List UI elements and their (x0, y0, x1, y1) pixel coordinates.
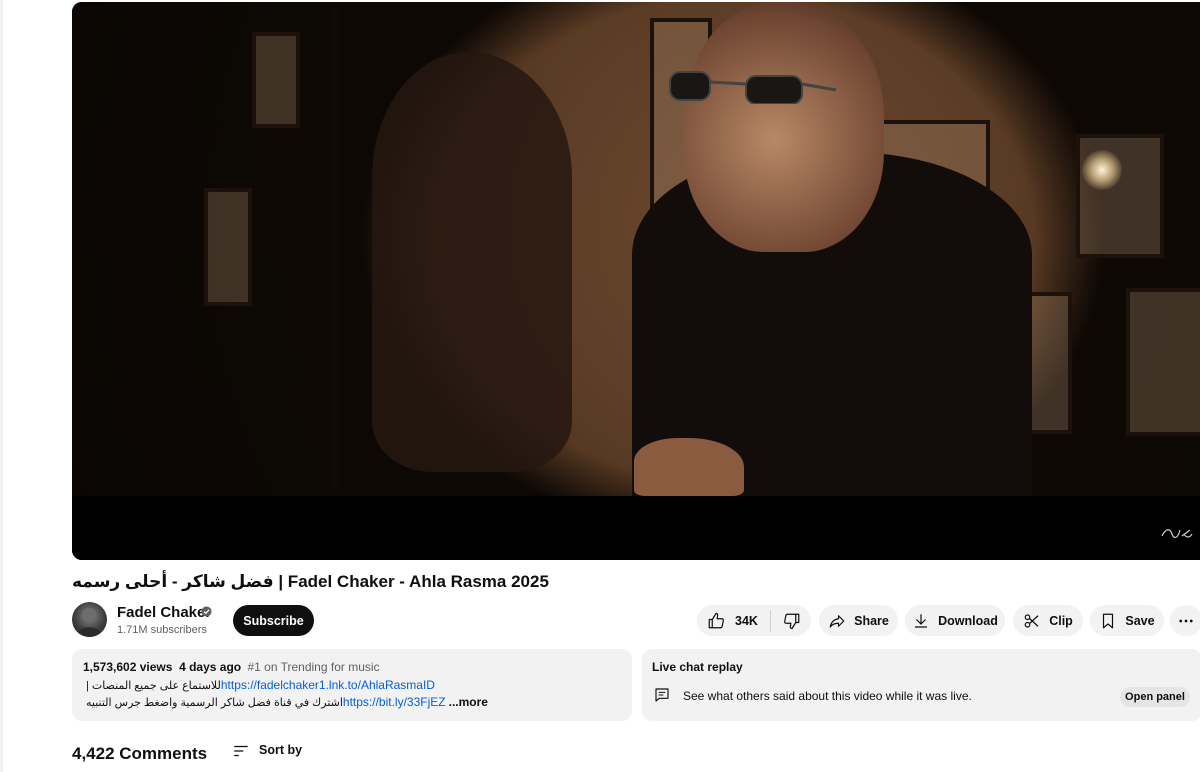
description-line-1: للاستماع على جميع المنصات |https://fadel… (86, 678, 435, 692)
frame-silhouette (372, 52, 572, 472)
frame-wall-picture (204, 188, 252, 306)
frame-wall-picture (1126, 288, 1200, 436)
page-left-edge (0, 0, 3, 772)
clip-label: Clip (1049, 613, 1073, 628)
sort-by-button[interactable]: Sort by (259, 743, 302, 757)
share-arrow-icon (829, 614, 845, 628)
thumbs-down-icon (783, 613, 800, 629)
frame-wall-edge (330, 2, 338, 496)
description-more-link[interactable]: ...more (449, 695, 488, 709)
download-icon (915, 613, 928, 628)
frame-lamp-glow (1082, 150, 1122, 190)
video-letterbox (72, 496, 1200, 560)
share-button[interactable]: Share (819, 605, 898, 636)
subscribe-button[interactable]: Subscribe (233, 605, 314, 636)
more-actions-button[interactable] (1170, 605, 1200, 636)
description-link-1[interactable]: https://fadelchaker1.lnk.to/AhlaRasmaID (221, 678, 435, 692)
download-label: Download (938, 613, 998, 628)
frame-wall-picture (1076, 134, 1164, 258)
verified-check-icon (201, 606, 212, 617)
video-player[interactable] (72, 2, 1200, 560)
video-frame (72, 2, 1200, 496)
frame-sunglasses (669, 71, 837, 104)
download-button[interactable]: Download (905, 605, 1005, 636)
frame-wall-picture (252, 32, 300, 128)
comments-count: 4,422 Comments (72, 744, 208, 763)
thumbs-up-icon (708, 612, 724, 628)
open-panel-button[interactable]: Open panel (1120, 687, 1190, 707)
upload-age: 4 days ago (179, 660, 242, 674)
subscriber-count: 1.71M subscribers (117, 624, 207, 636)
description-box[interactable]: 1,573,602 views 4 days ago #1 on Trendin… (72, 649, 632, 721)
view-count: 1,573,602 views (83, 660, 173, 674)
more-horizontal-icon (1179, 619, 1193, 622)
share-label: Share (854, 613, 889, 628)
signature-watermark-icon (1161, 529, 1193, 539)
sort-lines-icon[interactable] (232, 742, 250, 760)
frame-singer-head (684, 2, 884, 252)
bookmark-icon (1103, 613, 1114, 628)
description-meta: 1,573,602 views 4 days ago #1 on Trendin… (83, 660, 380, 674)
video-title: فضل شاكر - أحلى رسمه | Fadel Chaker - Ah… (72, 572, 549, 591)
clip-button[interactable]: Clip (1013, 605, 1083, 636)
description-line-2: اشترك في قناة فضل شاكر الرسمية واضغط جرس… (86, 695, 488, 709)
scissors-icon (1024, 613, 1039, 628)
save-button[interactable]: Save (1090, 605, 1164, 636)
channel-name[interactable]: Fadel Chaker (117, 604, 211, 621)
like-count: 34K (735, 613, 758, 628)
channel-avatar[interactable] (72, 602, 107, 637)
like-button[interactable]: 34K (697, 605, 758, 636)
dislike-button[interactable] (771, 605, 801, 636)
like-dislike-group: 34K (697, 605, 811, 636)
live-chat-description: See what others said about this video wh… (683, 689, 972, 703)
description-line-1-text: للاستماع على جميع المنصات | (86, 680, 221, 692)
trending-badge[interactable]: #1 on Trending for music (247, 660, 379, 674)
save-label: Save (1125, 613, 1155, 628)
live-chat-title: Live chat replay (652, 660, 743, 674)
chat-bubble-icon (655, 688, 669, 702)
description-link-2[interactable]: https://bit.ly/33FjEZ (343, 695, 446, 709)
description-line-2-text: اشترك في قناة فضل شاكر الرسمية واضغط جرس… (86, 697, 343, 709)
frame-hand (634, 438, 744, 496)
live-chat-replay-box: Live chat replay See what others said ab… (642, 649, 1200, 721)
